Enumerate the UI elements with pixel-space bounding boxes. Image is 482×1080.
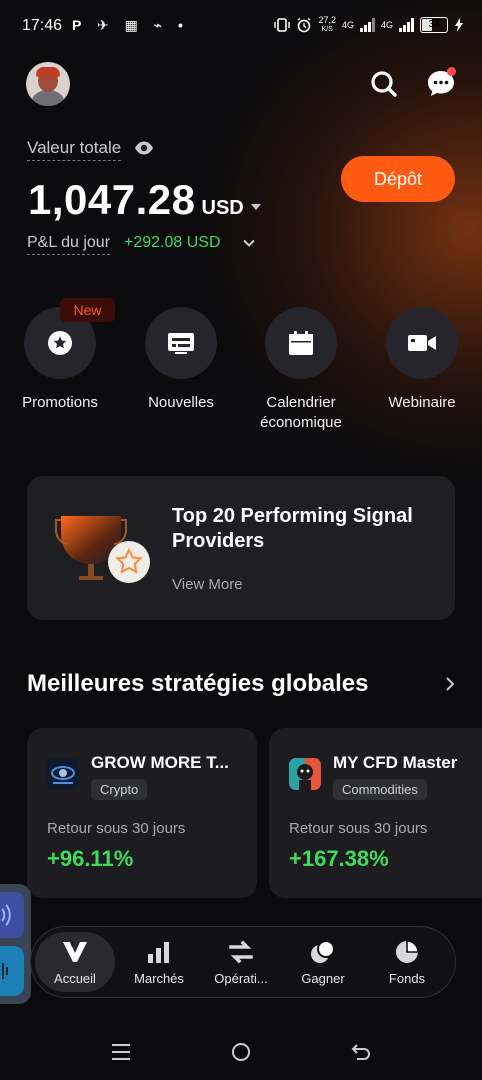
home-logo-icon xyxy=(61,938,89,966)
promo-card[interactable]: Top 20 Performing Signal Providers View … xyxy=(27,476,455,620)
strategy-tag: Crypto xyxy=(91,779,148,800)
sound-wave-icon xyxy=(1,904,11,926)
nav-label: Marchés xyxy=(134,971,184,986)
quick-action-label: Promotions xyxy=(22,394,98,411)
home-button[interactable] xyxy=(229,1040,253,1064)
strategy-name: GROW MORE T... xyxy=(91,753,229,772)
return-value: +167.38% xyxy=(289,846,389,871)
bottom-navigation: Accueil Marchés Opérati... Gagner Fonds xyxy=(30,926,456,998)
trophy-icon xyxy=(55,516,150,583)
calendar-circle xyxy=(265,307,337,379)
search-button[interactable] xyxy=(368,68,400,100)
section-title: Meilleures stratégies globales xyxy=(27,670,369,697)
messages-button[interactable] xyxy=(424,66,458,100)
transfer-arrows-icon xyxy=(227,938,255,966)
deposit-button[interactable]: Dépôt xyxy=(341,156,455,202)
calendar-icon xyxy=(289,331,313,355)
avatar-body xyxy=(32,90,64,106)
eye-icon[interactable] xyxy=(134,140,154,156)
floating-overlay-button[interactable] xyxy=(0,946,24,996)
nav-label: Gagner xyxy=(301,971,345,986)
video-icon xyxy=(408,335,436,351)
bar-chart-icon xyxy=(145,938,173,966)
status-right-icons: 27,2 K/S 4G 4G 38 xyxy=(274,16,464,34)
pnl-label: P&L du jour xyxy=(27,234,111,255)
recent-apps-button[interactable] xyxy=(109,1040,133,1064)
alarm-icon xyxy=(298,17,311,33)
avatar-hair xyxy=(36,67,60,77)
new-badge: New xyxy=(60,298,115,322)
network-speed: 27,2 K/S xyxy=(318,16,336,34)
notification-dot xyxy=(447,67,456,76)
return-value: +96.11% xyxy=(47,846,134,871)
news-circle xyxy=(145,307,217,379)
coins-icon xyxy=(309,938,337,966)
strategy-logo xyxy=(289,758,321,790)
balance-value: 1,047.28 xyxy=(28,176,196,223)
status-bar: 17:46 P ✈ ▦ ⌁ • 27,2 K/S 4G 4G 38 xyxy=(0,0,482,52)
network-type-b: 4G xyxy=(380,20,393,30)
balance-currency[interactable]: USD xyxy=(202,197,244,220)
return-label: Retour sous 30 jours xyxy=(289,820,428,837)
pnl-value: +292.08 USD xyxy=(124,234,221,251)
quick-action-calendar[interactable]: Calendrier économique xyxy=(241,307,361,433)
return-label: Retour sous 30 jours xyxy=(47,820,186,837)
status-time: 17:46 xyxy=(22,17,63,34)
caret-down-icon[interactable] xyxy=(250,204,261,210)
battery-icon: 38 xyxy=(420,17,448,33)
strategy-card[interactable]: GROW MORE T... Crypto Retour sous 30 jou… xyxy=(27,728,257,898)
notification-icons: P ✈ ▦ ⌁ • xyxy=(72,17,189,33)
network-type-a: 4G xyxy=(341,20,354,30)
strategy-card[interactable]: MY CFD Master Commodities Retour sous 30… xyxy=(269,728,482,898)
quick-action-webinar[interactable]: Webinaire xyxy=(362,307,482,413)
pie-chart-icon xyxy=(393,938,421,966)
vibrate-icon xyxy=(274,18,291,32)
news-icon xyxy=(168,333,194,354)
quick-action-label: Calendrier économique xyxy=(241,393,361,433)
view-more-link[interactable]: View More xyxy=(172,576,243,593)
strategy-name: MY CFD Master xyxy=(333,753,458,772)
nav-label: Fonds xyxy=(388,971,426,986)
quick-action-news[interactable]: Nouvelles xyxy=(121,307,241,413)
strategy-logo xyxy=(47,758,79,790)
grow-more-logo-icon xyxy=(51,766,75,784)
quick-action-promotions[interactable]: Promotions xyxy=(0,307,120,413)
nav-funds[interactable]: Fonds xyxy=(367,932,447,992)
signal-icon-a xyxy=(359,18,375,32)
network-speed-value: 27,2 xyxy=(318,15,336,25)
webinar-circle xyxy=(386,307,458,379)
chevron-right-icon[interactable] xyxy=(443,676,457,692)
star-icon xyxy=(48,331,72,355)
charging-icon xyxy=(455,18,463,32)
total-value-label: Valeur totale xyxy=(27,138,122,161)
nav-label: Accueil xyxy=(54,971,96,986)
quick-action-label: Nouvelles xyxy=(148,394,214,411)
nav-label: Opérati... xyxy=(214,971,268,986)
floating-overlay-button[interactable] xyxy=(0,892,24,938)
quick-action-label: Webinaire xyxy=(388,394,456,411)
back-button[interactable] xyxy=(349,1040,373,1064)
calendar-label-line: économique xyxy=(260,414,342,431)
strategy-tag: Commodities xyxy=(333,779,427,800)
avatar[interactable] xyxy=(26,62,70,106)
promo-title: Top 20 Performing Signal Providers xyxy=(172,505,413,552)
signal-icon-b xyxy=(399,18,414,32)
app-screen: 17:46 P ✈ ▦ ⌁ • 27,2 K/S 4G 4G 38 Valeur… xyxy=(0,0,482,1080)
nav-markets[interactable]: Marchés xyxy=(119,932,199,992)
nav-earn[interactable]: Gagner xyxy=(283,932,363,992)
network-speed-unit: K/S xyxy=(321,26,333,33)
audio-bars-icon xyxy=(2,963,8,979)
chevron-down-icon[interactable] xyxy=(242,236,256,250)
nav-operations[interactable]: Opérati... xyxy=(201,932,281,992)
battery-level: 38 xyxy=(428,19,440,30)
cfd-master-logo-icon xyxy=(289,758,321,790)
nav-home[interactable]: Accueil xyxy=(35,932,115,992)
calendar-label-line: Calendrier xyxy=(266,394,336,411)
balance-row: 1,047.28 USD xyxy=(28,176,261,224)
search-icon xyxy=(371,71,397,97)
